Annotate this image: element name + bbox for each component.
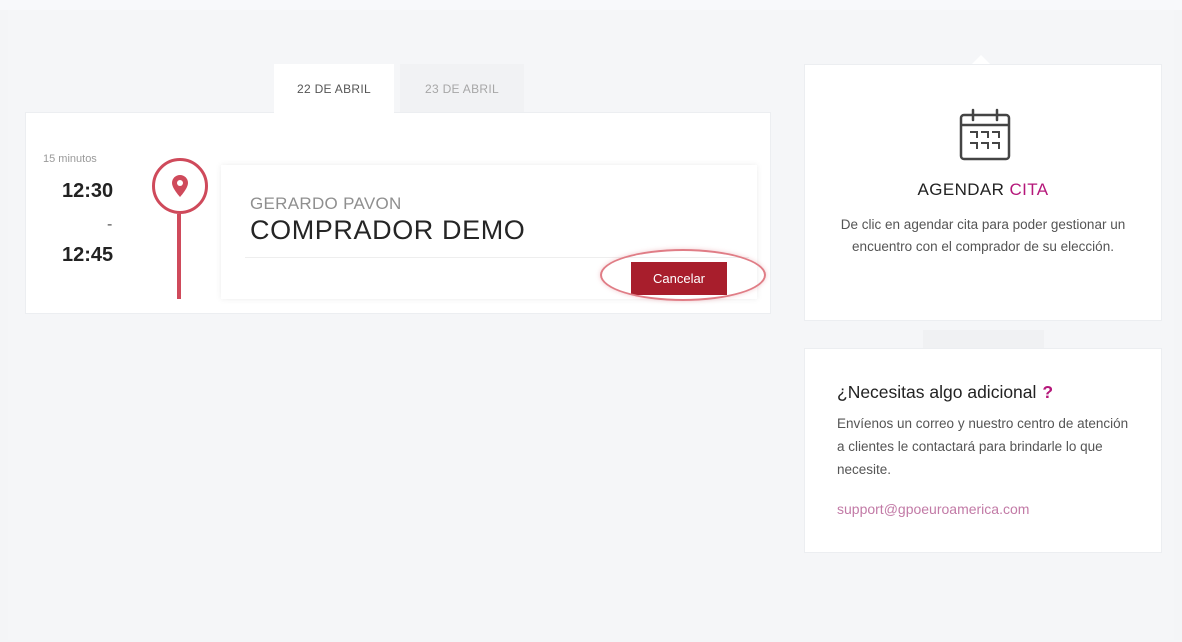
tab-23-abril[interactable]: 23 DE ABRIL xyxy=(400,64,524,114)
support-email-link[interactable]: support@gpoeuroamerica.com xyxy=(837,501,1029,517)
start-time: 12:30 xyxy=(62,180,114,202)
timeline-line xyxy=(177,214,181,299)
appointment-duration: 15 minutos xyxy=(43,153,97,165)
schedule-appointment-card[interactable]: AGENDAR CITA De clic en agendar cita par… xyxy=(804,64,1162,321)
time-separator: - xyxy=(107,216,113,233)
buyer-name: COMPRADOR DEMO xyxy=(250,215,526,245)
top-bar xyxy=(0,0,1182,10)
seller-name: GERARDO PAVON xyxy=(250,194,402,213)
schedule-title-accent: CITA xyxy=(1009,180,1049,199)
help-title-text: ¿Necesitas algo adicional xyxy=(837,382,1037,402)
tab-22-abril[interactable]: 22 DE ABRIL xyxy=(274,64,394,114)
schedule-description: De clic en agendar cita para poder gesti… xyxy=(840,217,1126,254)
help-text: Envíenos un correo y nuestro centro de a… xyxy=(837,416,1129,477)
location-pin-marker xyxy=(152,158,208,214)
schedule-title: AGENDAR CITA xyxy=(805,180,1161,200)
location-pin-icon xyxy=(172,175,188,197)
schedule-title-main: AGENDAR xyxy=(917,180,1010,199)
buyer-panel: GERARDO PAVON COMPRADOR DEMO Cancelar xyxy=(221,165,766,301)
panel-divider xyxy=(245,257,749,258)
calendar-icon xyxy=(959,108,1011,161)
help-card: ¿Necesitas algo adicional? Envíenos un c… xyxy=(804,348,1162,553)
appointment-card: 15 minutos 12:30 - 12:45 GERARDO PAVON C… xyxy=(25,112,771,314)
cancel-button[interactable]: Cancelar xyxy=(631,262,727,295)
help-question-mark: ? xyxy=(1042,382,1054,402)
end-time: 12:45 xyxy=(62,244,114,266)
help-title: ¿Necesitas algo adicional? xyxy=(837,382,1053,403)
